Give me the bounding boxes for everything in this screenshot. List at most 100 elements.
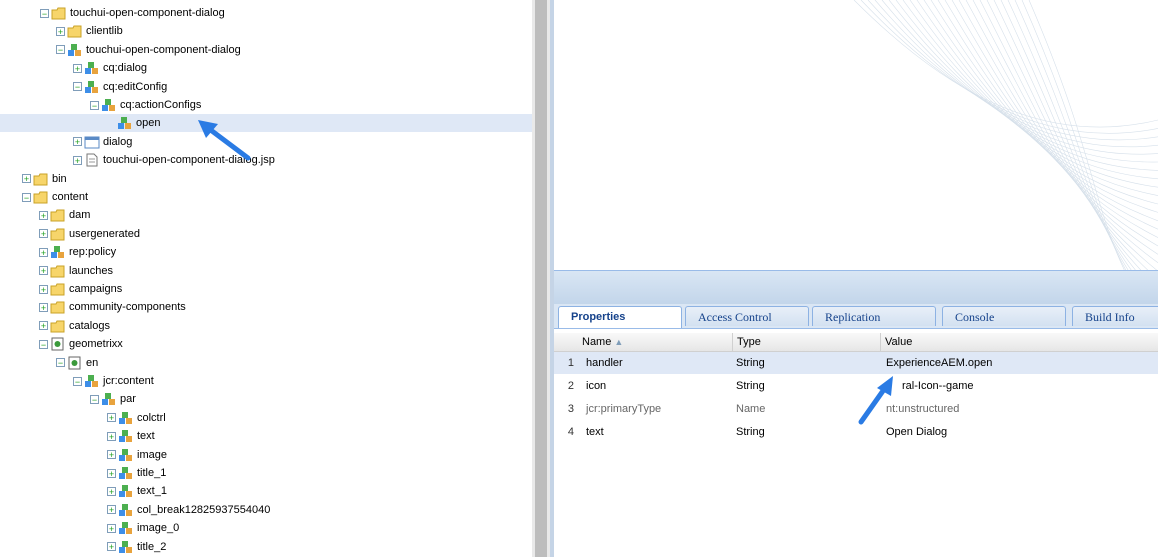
collapse-icon[interactable]: −: [73, 82, 82, 92]
tree-node-label[interactable]: touchui-open-component-dialog: [86, 44, 241, 56]
expand-icon[interactable]: +: [56, 26, 65, 36]
tree-node-label[interactable]: image_0: [137, 522, 179, 534]
expand-icon[interactable]: +: [39, 302, 48, 312]
collapse-icon[interactable]: −: [56, 358, 65, 368]
expand-icon[interactable]: +: [107, 450, 116, 460]
tree-node[interactable]: − content: [22, 188, 88, 206]
tree-node-label[interactable]: campaigns: [69, 283, 122, 295]
scrollbar-thumb[interactable]: [535, 0, 547, 557]
tree-node-label[interactable]: title_2: [137, 541, 166, 553]
expand-icon[interactable]: +: [39, 321, 48, 331]
tab-access-control[interactable]: Access Control: [685, 306, 809, 326]
tree-node[interactable]: − par: [90, 390, 136, 408]
collapse-icon[interactable]: −: [39, 339, 48, 349]
collapse-icon[interactable]: −: [22, 192, 31, 202]
tree-node-label[interactable]: clientlib: [86, 25, 123, 37]
tab-replication[interactable]: Replication: [812, 306, 936, 326]
tree-node[interactable]: open: [0, 114, 532, 133]
tab-console[interactable]: Console: [942, 306, 1066, 326]
column-header-name[interactable]: Name ▲: [578, 333, 732, 351]
tree-node[interactable]: + campaigns: [39, 280, 122, 298]
tab-build-info[interactable]: Build Info: [1072, 306, 1158, 326]
tree-node[interactable]: − touchui-open-component-dialog: [40, 4, 225, 22]
tree-node-label[interactable]: col_break12825937554040: [137, 504, 270, 516]
expand-icon[interactable]: +: [107, 523, 116, 533]
expand-icon[interactable]: +: [107, 431, 116, 441]
column-header-type[interactable]: Type: [732, 333, 880, 351]
tree-node-label[interactable]: dam: [69, 209, 90, 221]
expand-icon[interactable]: +: [39, 210, 48, 220]
expand-icon[interactable]: +: [107, 505, 116, 515]
repository-tree[interactable]: − touchui-open-component-dialog + clientlib…: [0, 0, 532, 557]
tree-node[interactable]: + community-components: [39, 298, 186, 316]
expand-icon[interactable]: +: [39, 266, 48, 276]
tree-node-label[interactable]: par: [120, 393, 136, 405]
tree-scrollbar[interactable]: [532, 0, 550, 557]
tree-node[interactable]: + cq:dialog: [73, 59, 147, 77]
tree-node[interactable]: + dam: [39, 206, 90, 224]
property-value[interactable]: ral-Icon--game: [898, 375, 974, 397]
tree-node-label[interactable]: text: [137, 430, 155, 442]
tree-node[interactable]: + text_1: [107, 482, 167, 500]
expand-icon[interactable]: +: [39, 247, 48, 257]
panel-header-bar[interactable]: [554, 270, 1158, 305]
tree-node-label[interactable]: launches: [69, 265, 113, 277]
tree-node-label[interactable]: rep:policy: [69, 246, 116, 258]
tree-node[interactable]: + clientlib: [56, 22, 123, 40]
tree-node[interactable]: + colctrl: [107, 409, 166, 427]
tree-node-label[interactable]: touchui-open-component-dialog: [70, 7, 225, 19]
expand-icon[interactable]: +: [39, 229, 48, 239]
tab-properties[interactable]: Properties: [558, 306, 682, 328]
tree-node[interactable]: + text: [107, 427, 155, 445]
tree-node-label[interactable]: geometrixx: [69, 338, 123, 350]
expand-icon[interactable]: +: [73, 63, 82, 73]
expand-icon[interactable]: +: [73, 137, 82, 147]
tree-node-label[interactable]: jcr:content: [103, 375, 154, 387]
tree-node-label[interactable]: text_1: [137, 485, 167, 497]
tree-node-label[interactable]: usergenerated: [69, 228, 140, 240]
tree-node[interactable]: + image_0: [107, 519, 179, 537]
expand-icon[interactable]: +: [107, 542, 116, 552]
tree-node-label[interactable]: cq:editConfig: [103, 81, 167, 93]
tree-node-label[interactable]: en: [86, 357, 98, 369]
tree-node[interactable]: + catalogs: [39, 317, 110, 335]
column-header-value[interactable]: Value: [880, 333, 1158, 351]
collapse-icon[interactable]: −: [56, 45, 65, 55]
tree-node-label[interactable]: open: [136, 117, 160, 129]
tree-node-label[interactable]: title_1: [137, 467, 166, 479]
tree-node[interactable]: + launches: [39, 262, 113, 280]
expand-icon[interactable]: +: [73, 155, 82, 165]
tree-node[interactable]: − cq:actionConfigs: [90, 96, 201, 114]
tree-node[interactable]: − jcr:content: [73, 372, 154, 390]
collapse-icon[interactable]: −: [40, 8, 49, 18]
tree-node[interactable]: + title_1: [107, 464, 166, 482]
expand-icon[interactable]: +: [107, 486, 116, 496]
expand-icon[interactable]: +: [39, 284, 48, 294]
tree-node[interactable]: − en: [56, 354, 98, 372]
expand-icon[interactable]: +: [22, 174, 31, 184]
tree-node-label[interactable]: community-components: [69, 301, 186, 313]
tree-node[interactable]: + image: [107, 446, 167, 464]
tree-node[interactable]: − touchui-open-component-dialog: [56, 41, 241, 59]
collapse-icon[interactable]: −: [90, 394, 99, 404]
expand-icon[interactable]: +: [107, 413, 116, 423]
tree-node-label[interactable]: catalogs: [69, 320, 110, 332]
expand-icon[interactable]: +: [107, 468, 116, 478]
collapse-icon[interactable]: −: [90, 100, 99, 110]
tree-node-label[interactable]: dialog: [103, 136, 132, 148]
tree-node-label[interactable]: colctrl: [137, 412, 166, 424]
tree-node[interactable]: + bin: [22, 170, 67, 188]
tree-node[interactable]: + rep:policy: [39, 243, 116, 261]
tree-node[interactable]: + title_2: [107, 538, 166, 556]
tree-node-label[interactable]: image: [137, 449, 167, 461]
tree-node-label[interactable]: cq:dialog: [103, 62, 147, 74]
tree-node[interactable]: + col_break12825937554040: [107, 501, 270, 519]
tree-node[interactable]: − geometrixx: [39, 335, 123, 353]
collapse-icon[interactable]: −: [73, 376, 82, 386]
tree-node[interactable]: + usergenerated: [39, 225, 140, 243]
tree-node-label[interactable]: bin: [52, 173, 67, 185]
tree-node[interactable]: − cq:editConfig: [73, 78, 167, 96]
tree-node[interactable]: + dialog: [73, 133, 132, 151]
row-number: 4: [567, 426, 574, 438]
tree-node-label[interactable]: content: [52, 191, 88, 203]
